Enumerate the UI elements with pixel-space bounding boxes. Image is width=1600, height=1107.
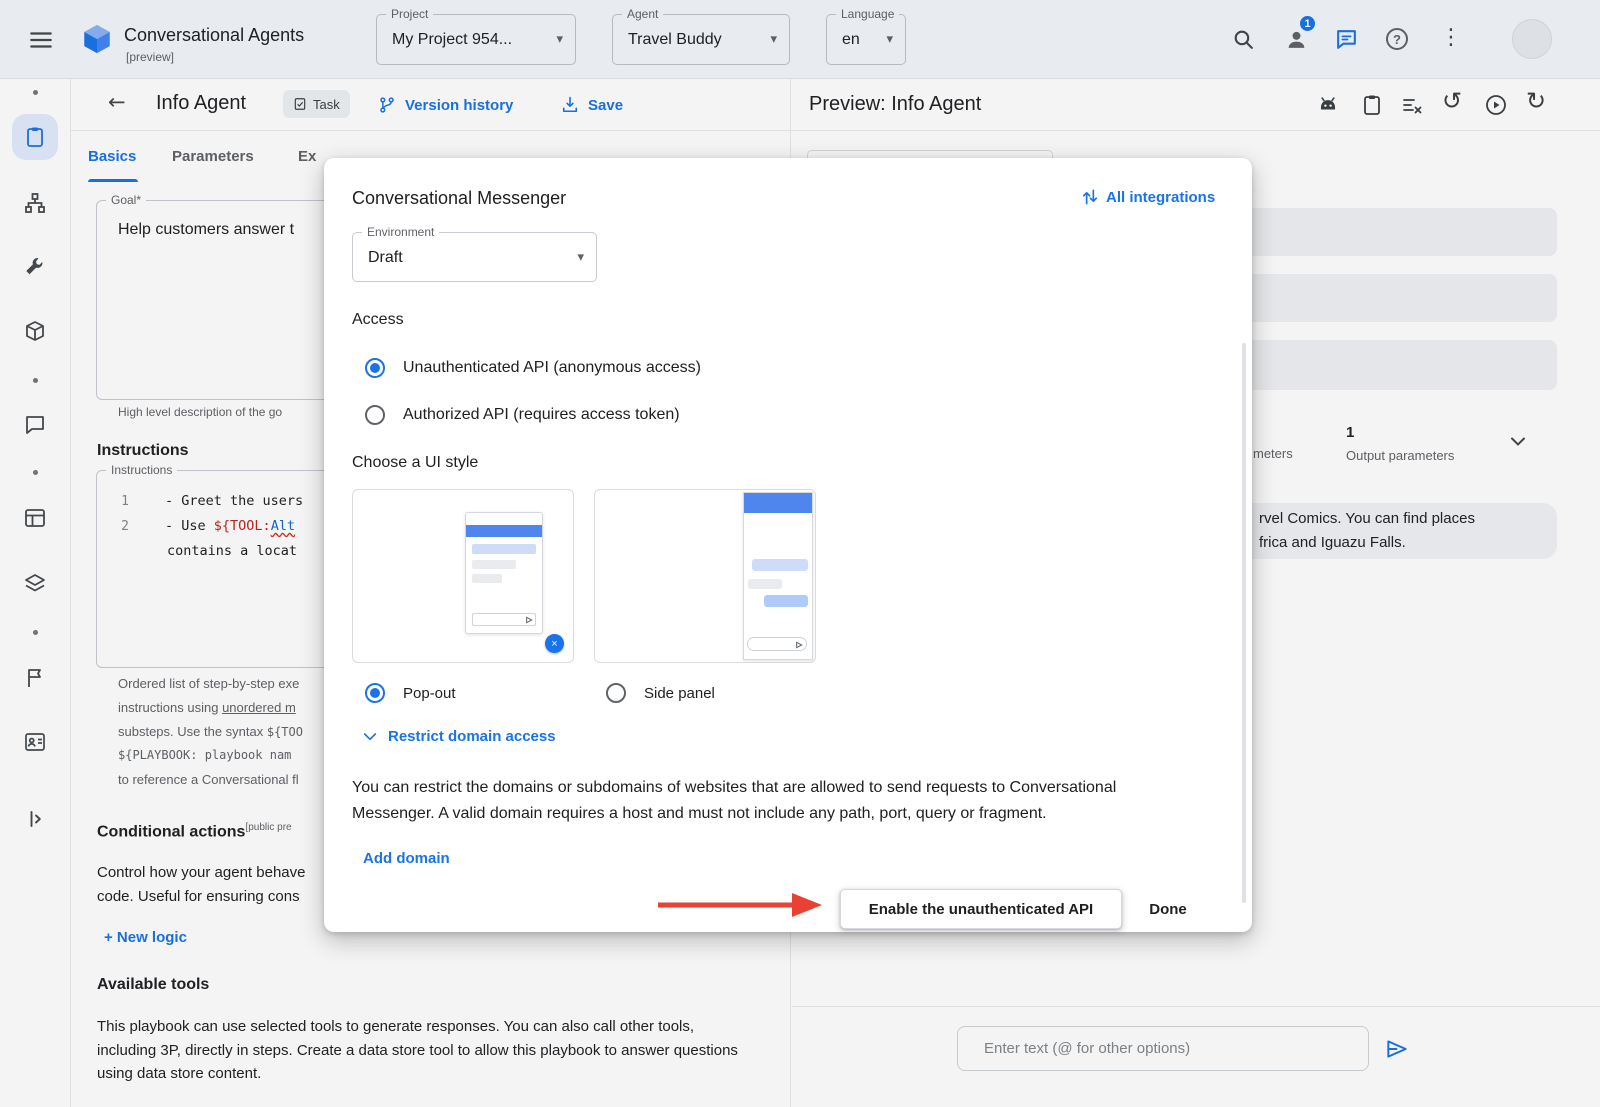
dialog-title: Conversational Messenger [352,188,566,209]
mock-header-bar [744,493,812,513]
environment-select-value: Draft [368,249,403,267]
restrict-domain-description: You can restrict the domains or subdomai… [352,775,1164,827]
tutorial-arrow [654,888,826,922]
radio-authorized-api-label[interactable]: Authorized API (requires access token) [403,406,680,424]
sidepanel-mock-panel [743,492,813,660]
mock-input [472,613,536,626]
conversational-messenger-dialog: Conversational Messenger All integration… [324,158,1252,932]
popout-mock-window [465,512,543,634]
mock-close-chat-badge: × [545,634,564,653]
mock-header-bar [466,525,542,537]
radio-popout-label[interactable]: Pop-out [403,685,456,702]
radio-sidepanel[interactable] [606,683,626,703]
mock-bubble [472,544,536,554]
mock-bubble [764,595,808,607]
environment-select[interactable]: Environment Draft ▾ [352,232,597,282]
enable-unauthenticated-api-button[interactable]: Enable the unauthenticated API [840,889,1122,929]
chevron-down-icon [362,729,378,745]
mock-bubble [748,579,782,589]
access-section-label: Access [352,311,404,329]
radio-authorized-api[interactable] [365,405,385,425]
radio-unauthenticated-api-label[interactable]: Unauthenticated API (anonymous access) [403,359,701,377]
all-integrations-link[interactable]: All integrations [1080,187,1215,207]
add-domain-link[interactable]: Add domain [363,850,450,867]
mock-bubble [472,574,502,583]
radio-unauthenticated-api[interactable] [365,358,385,378]
radio-popout[interactable] [365,683,385,703]
done-button[interactable]: Done [1130,889,1206,929]
radio-sidepanel-label[interactable]: Side panel [644,685,715,702]
environment-select-label: Environment [362,226,439,239]
ui-style-label: Choose a UI style [352,454,478,472]
integrations-icon [1080,187,1100,207]
modal-scrollbar[interactable] [1242,343,1246,903]
restrict-domain-access-toggle[interactable]: Restrict domain access [362,728,556,745]
mock-input [747,637,807,651]
mock-bubble [472,560,516,569]
popout-style-card[interactable]: × [352,489,574,663]
mock-bubble [752,559,808,571]
screen: Conversational Agents [preview] Project … [0,0,1600,1107]
sidepanel-style-card[interactable] [594,489,816,663]
chevron-down-icon: ▾ [577,250,584,265]
